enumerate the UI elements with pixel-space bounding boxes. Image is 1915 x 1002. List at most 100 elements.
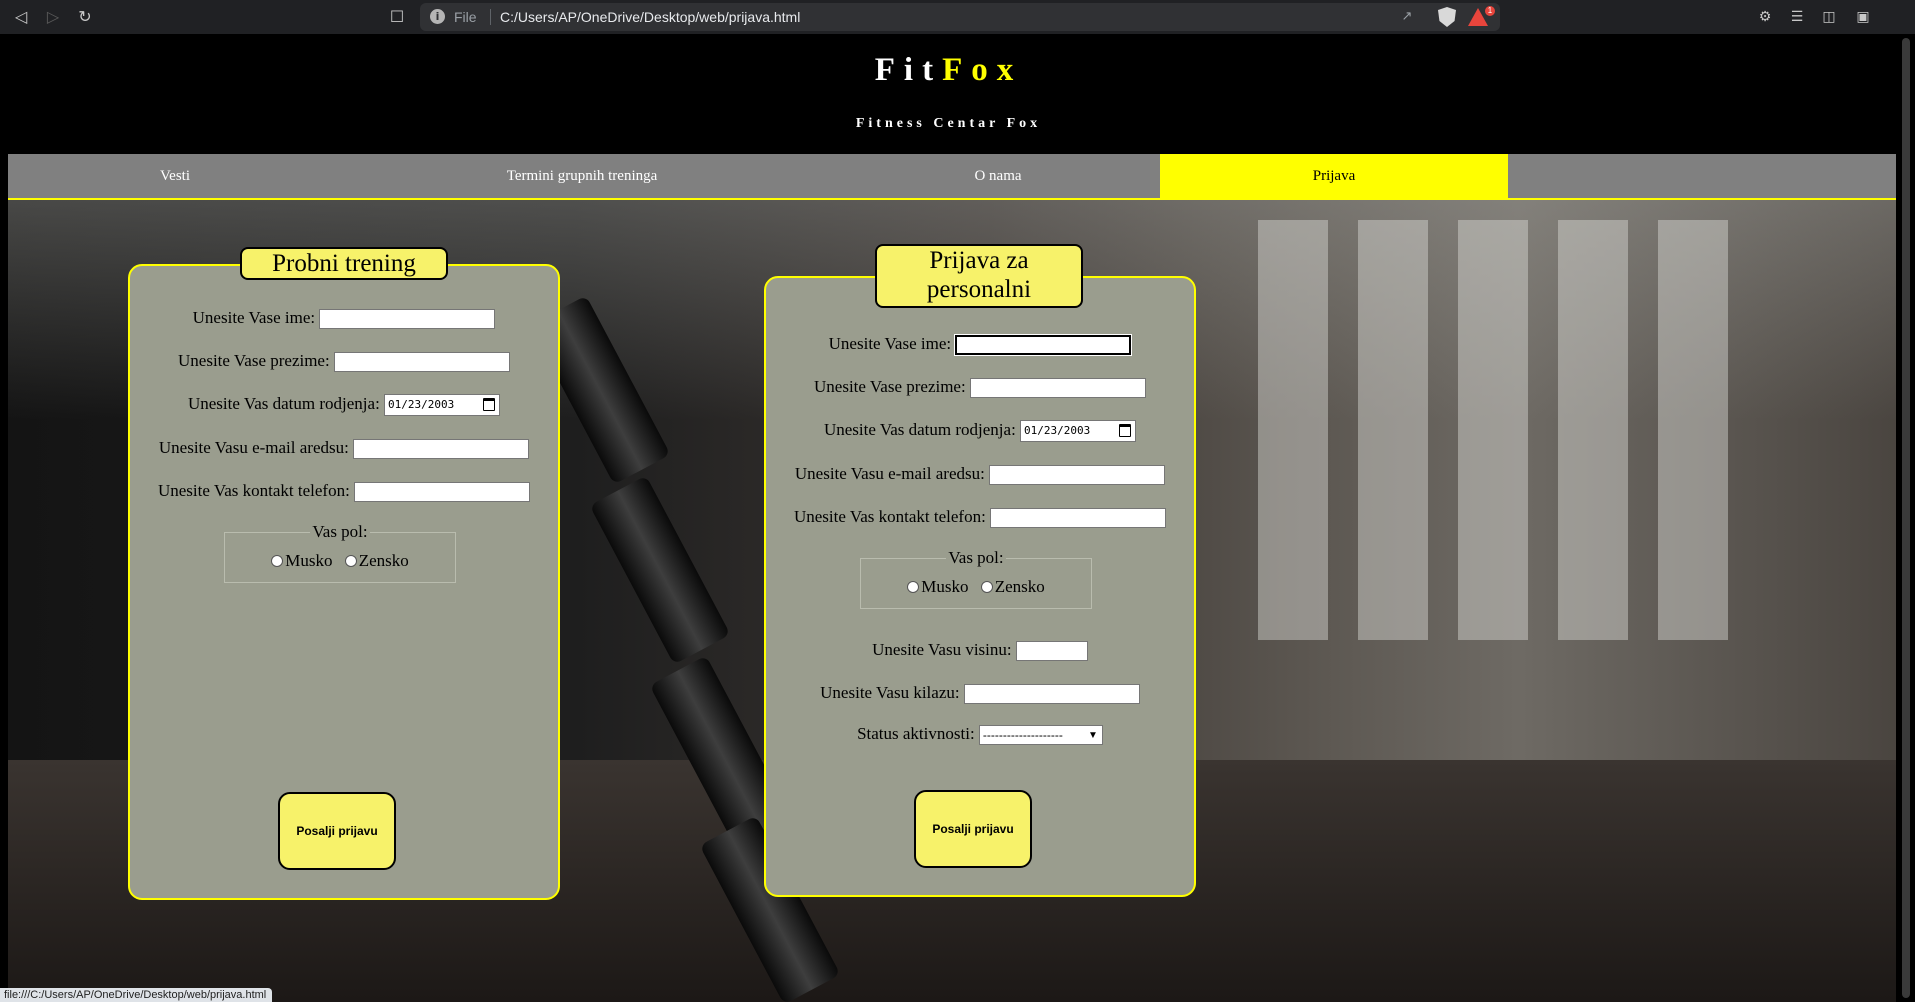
gender-male-label: Musko bbox=[285, 551, 333, 570]
trial-training-form: Unesite Vase ime: Unesite Vase prezime: … bbox=[128, 264, 560, 900]
phone-input[interactable] bbox=[990, 508, 1167, 529]
back-icon[interactable]: ◁ bbox=[8, 4, 34, 30]
weight-input[interactable] bbox=[963, 684, 1140, 705]
trial-birth-date-row: Unesite Vas datum rodjenja: 01/23/2003 bbox=[130, 394, 558, 417]
gender-male-label: Musko bbox=[921, 577, 969, 596]
gender-female-radio[interactable] bbox=[980, 581, 993, 593]
email-input[interactable] bbox=[989, 465, 1166, 486]
url-divider bbox=[490, 9, 491, 25]
email-label: Unesite Vasu e-mail aredsu: bbox=[158, 438, 349, 457]
site-header: FitFox Fitness Centar Fox bbox=[0, 34, 1897, 154]
nav-item-o-nama[interactable]: O nama bbox=[822, 154, 1174, 198]
hero-window bbox=[1258, 220, 1328, 640]
activity-selected: -------------------- bbox=[982, 728, 1063, 743]
hero-window bbox=[1558, 220, 1628, 640]
last-name-label: Unesite Vase prezime: bbox=[178, 351, 330, 370]
forward-icon[interactable]: ▷ bbox=[40, 4, 66, 30]
phone-label: Unesite Vas kontakt telefon: bbox=[157, 481, 350, 500]
calendar-icon[interactable] bbox=[1119, 424, 1132, 438]
weight-label: Unesite Vasu kilazu: bbox=[820, 683, 960, 702]
birth-date-value: 01/23/2003 bbox=[388, 398, 455, 412]
gender-female-label: Zensko bbox=[994, 577, 1045, 596]
email-label: Unesite Vasu e-mail aredsu: bbox=[794, 464, 985, 483]
gender-male-radio[interactable] bbox=[271, 555, 284, 567]
address-bar[interactable]: i File C:/Users/AP/OneDrive/Desktop/web/… bbox=[420, 3, 1500, 31]
browser-toolbar: ◁ ▷ ↻ ☐ i File C:/Users/AP/OneDrive/Desk… bbox=[0, 0, 1915, 34]
page-scrollbar[interactable] bbox=[1897, 34, 1915, 1002]
hero-window bbox=[1358, 220, 1428, 640]
gender-fieldset: Vas pol: Musko Zensko bbox=[224, 522, 456, 583]
birth-date-label: Unesite Vas datum rodjenja: bbox=[187, 394, 380, 413]
reading-list-icon[interactable]: ☰ bbox=[1786, 6, 1808, 28]
personal-phone-row: Unesite Vas kontakt telefon: bbox=[766, 507, 1194, 529]
url-text[interactable]: C:/Users/AP/OneDrive/Desktop/web/prijava… bbox=[500, 9, 800, 25]
gender-legend: Vas pol: bbox=[946, 548, 1006, 567]
trial-email-row: Unesite Vasu e-mail aredsu: bbox=[130, 438, 558, 460]
birth-date-input[interactable]: 01/23/2003 bbox=[384, 394, 501, 417]
gender-options: Musko Zensko bbox=[861, 577, 1091, 597]
share-icon[interactable]: ↗ bbox=[1396, 6, 1418, 28]
first-name-label: Unesite Vase ime: bbox=[192, 308, 316, 327]
nav-item-prijava[interactable]: Prijava bbox=[1160, 154, 1508, 198]
personal-form-title: Prijava za personalni bbox=[875, 244, 1083, 308]
bookmark-icon[interactable]: ☐ bbox=[384, 4, 410, 30]
brand-fox: Fox bbox=[942, 52, 1023, 88]
gender-legend: Vas pol: bbox=[310, 522, 370, 541]
site-logo: FitFox bbox=[0, 52, 1897, 89]
birth-date-input[interactable]: 01/23/2003 bbox=[1020, 420, 1137, 443]
trial-phone-row: Unesite Vas kontakt telefon: bbox=[130, 481, 558, 503]
hero-window bbox=[1458, 220, 1528, 640]
last-name-label: Unesite Vase prezime: bbox=[814, 377, 966, 396]
rewards-badge: 1 bbox=[1484, 5, 1496, 17]
birth-date-value: 01/23/2003 bbox=[1024, 424, 1091, 438]
personal-first-name-row: Unesite Vase ime: bbox=[766, 334, 1194, 357]
site-tagline: Fitness Centar Fox bbox=[855, 116, 1042, 131]
personal-birth-date-row: Unesite Vas datum rodjenja: 01/23/2003 bbox=[766, 420, 1194, 443]
birth-date-label: Unesite Vas datum rodjenja: bbox=[823, 420, 1016, 439]
first-name-input[interactable] bbox=[954, 334, 1133, 357]
brand-fit: Fit bbox=[874, 52, 943, 88]
wallet-icon[interactable]: ▣ bbox=[1852, 6, 1874, 28]
height-label: Unesite Vasu visinu: bbox=[872, 640, 1012, 659]
brave-shield-icon[interactable] bbox=[1438, 7, 1456, 27]
height-input[interactable] bbox=[1015, 641, 1088, 662]
gender-male-radio[interactable] bbox=[907, 581, 920, 593]
phone-input[interactable] bbox=[354, 482, 531, 503]
gender-female-radio[interactable] bbox=[344, 555, 357, 567]
nav-item-vesti[interactable]: Vesti bbox=[8, 154, 342, 198]
personal-training-form: Unesite Vase ime: Unesite Vase prezime: … bbox=[764, 276, 1196, 897]
hero-window bbox=[1658, 220, 1728, 640]
last-name-input[interactable] bbox=[333, 352, 510, 373]
web-page: FitFox Fitness Centar Fox Vesti Termini … bbox=[0, 34, 1897, 1002]
reload-icon[interactable]: ↻ bbox=[72, 4, 98, 30]
site-info-icon[interactable]: i bbox=[430, 9, 445, 24]
submit-button[interactable]: Posalji prijavu bbox=[914, 790, 1032, 868]
main-nav: Vesti Termini grupnih treninga O nama Pr… bbox=[8, 154, 1896, 200]
chevron-down-icon: ▼ bbox=[1088, 730, 1098, 742]
gender-female-label: Zensko bbox=[358, 551, 409, 570]
email-input[interactable] bbox=[353, 439, 530, 460]
extensions-icon[interactable]: ⚙ bbox=[1754, 6, 1776, 28]
gender-fieldset: Vas pol: Musko Zensko bbox=[860, 548, 1092, 609]
nav-item-termini[interactable]: Termini grupnih treninga bbox=[342, 154, 822, 198]
trial-first-name-row: Unesite Vase ime: bbox=[130, 308, 558, 330]
url-scheme: File bbox=[454, 9, 477, 25]
trial-last-name-row: Unesite Vase prezime: bbox=[130, 351, 558, 373]
personal-weight-row: Unesite Vasu kilazu: bbox=[766, 683, 1194, 705]
first-name-input[interactable] bbox=[319, 309, 496, 330]
personal-last-name-row: Unesite Vase prezime: bbox=[766, 377, 1194, 399]
first-name-label: Unesite Vase ime: bbox=[828, 334, 952, 353]
sidebar-icon[interactable]: ◫ bbox=[1818, 6, 1840, 28]
activity-select[interactable]: -------------------- ▼ bbox=[978, 725, 1103, 746]
personal-activity-row: Status aktivnosti: -------------------- ▼ bbox=[766, 724, 1194, 746]
calendar-icon[interactable] bbox=[483, 398, 496, 412]
last-name-input[interactable] bbox=[969, 378, 1146, 399]
submit-button[interactable]: Posalji prijavu bbox=[278, 792, 396, 870]
personal-email-row: Unesite Vasu e-mail aredsu: bbox=[766, 464, 1194, 486]
trial-form-title: Probni trening bbox=[240, 247, 448, 280]
activity-label: Status aktivnosti: bbox=[857, 724, 975, 743]
personal-height-row: Unesite Vasu visinu: bbox=[766, 640, 1194, 662]
phone-label: Unesite Vas kontakt telefon: bbox=[793, 507, 986, 526]
scrollbar-thumb[interactable] bbox=[1902, 38, 1910, 998]
hero-dumbbell bbox=[589, 475, 731, 665]
